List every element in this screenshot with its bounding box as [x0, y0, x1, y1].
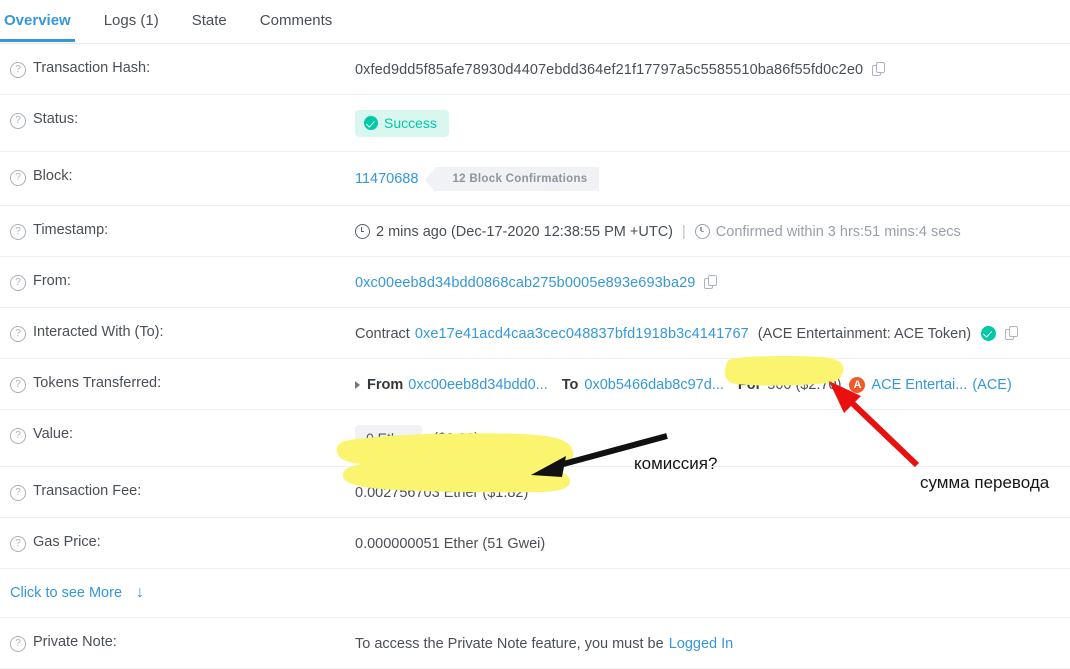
- row-transaction-hash: ? Transaction Hash: 0xfed9dd5f85afe78930…: [0, 44, 1070, 95]
- tab-bar: Overview Logs (1) State Comments: [0, 0, 1070, 44]
- caret-right-icon[interactable]: [355, 380, 360, 389]
- gas-price-value-cell: 0.000000051 Ether (51 Gwei): [355, 518, 1070, 568]
- row-tokens-transferred: ? Tokens Transferred: From 0xc00eeb8d34b…: [0, 359, 1070, 410]
- tokens-transferred-label: Tokens Transferred:: [33, 375, 162, 391]
- status-value-cell: Success: [355, 95, 1070, 151]
- token-to-address-link[interactable]: 0x0b5466dab8c97d...: [584, 377, 724, 393]
- help-icon[interactable]: ?: [10, 113, 26, 129]
- private-note-label: Private Note:: [33, 634, 117, 650]
- from-address-link[interactable]: 0xc00eeb8d34bdd0868cab275b0005e893e693ba…: [355, 275, 695, 291]
- check-circle-icon: [364, 116, 378, 130]
- token-name-link[interactable]: ACE Entertai...: [871, 377, 967, 393]
- copy-icon[interactable]: [1005, 326, 1018, 341]
- amount-annotation-text: сумма перевода: [920, 473, 1050, 492]
- transaction-fee-value: 0.002756703 Ether ($1.82): [355, 484, 529, 501]
- block-label-cell: ? Block:: [0, 152, 355, 200]
- help-icon[interactable]: ?: [10, 62, 26, 78]
- row-transaction-fee: ? Transaction Fee: 0.002756703 Ether ($1…: [0, 467, 1070, 518]
- tokens-transferred-value-cell: From 0xc00eeb8d34bdd0... To 0x0b5466dab8…: [355, 359, 1070, 409]
- private-note-label-cell: ? Private Note:: [0, 618, 355, 666]
- row-interacted-with: ? Interacted With (To): Contract 0xe17e4…: [0, 308, 1070, 359]
- transaction-hash-value-cell: 0xfed9dd5f85afe78930d4407ebdd364ef21f177…: [355, 44, 1070, 94]
- logged-in-link[interactable]: Logged In: [669, 636, 734, 652]
- value-usd: ($0.00): [433, 430, 480, 447]
- tab-comments[interactable]: Comments: [260, 0, 333, 42]
- from-label-cell: ? From:: [0, 257, 355, 305]
- help-icon[interactable]: ?: [10, 275, 26, 291]
- row-gas-price: ? Gas Price: 0.000000051 Ether (51 Gwei): [0, 518, 1070, 569]
- contract-name: (ACE Entertainment: ACE Token): [757, 325, 972, 342]
- row-status: ? Status: Success: [0, 95, 1070, 152]
- tokens-transferred-label-cell: ? Tokens Transferred:: [0, 359, 355, 407]
- transaction-hash-value: 0xfed9dd5f85afe78930d4407ebdd364ef21f177…: [355, 61, 864, 78]
- token-for-label: For: [737, 376, 762, 393]
- gas-price-label: Gas Price:: [33, 534, 101, 550]
- row-from: ? From: 0xc00eeb8d34bdd0868cab275b0005e8…: [0, 257, 1070, 308]
- token-from-label: From: [367, 376, 404, 393]
- clock-icon: [694, 224, 710, 239]
- timestamp-label: Timestamp:: [33, 222, 109, 238]
- token-from-address-link[interactable]: 0xc00eeb8d34bdd0...: [408, 377, 548, 393]
- contract-prefix: Contract: [355, 325, 410, 342]
- status-label: Status:: [33, 111, 79, 127]
- value-label: Value:: [33, 426, 74, 442]
- interacted-with-value-cell: Contract 0xe17e41acd4caa3cec048837bfd191…: [355, 308, 1070, 358]
- token-amount: 500 ($2.70): [767, 376, 842, 393]
- gas-price-value: 0.000000051 Ether (51 Gwei): [355, 535, 546, 552]
- block-label: Block:: [33, 168, 73, 184]
- row-see-more: Click to see More ↓: [0, 569, 1070, 618]
- transaction-fee-label-cell: ? Transaction Fee:: [0, 467, 355, 515]
- timestamp-separator: |: [682, 223, 686, 240]
- help-icon[interactable]: ?: [10, 428, 26, 444]
- help-icon[interactable]: ?: [10, 485, 26, 501]
- block-value-cell: 11470688 12 Block Confirmations: [355, 152, 1070, 205]
- arrow-down-icon[interactable]: ↓: [136, 584, 144, 601]
- timestamp-value: 2 mins ago (Dec-17-2020 12:38:55 PM +UTC…: [376, 223, 673, 240]
- tab-overview[interactable]: Overview: [0, 0, 75, 42]
- transaction-hash-label-cell: ? Transaction Hash:: [0, 44, 355, 92]
- block-confirmations-badge: 12 Block Confirmations: [425, 167, 600, 193]
- click-to-see-more-link[interactable]: Click to see More: [10, 585, 122, 601]
- row-value: ? Value: 0 Ether ($0.00): [0, 410, 1070, 467]
- tab-logs[interactable]: Logs (1): [104, 0, 159, 42]
- help-icon[interactable]: ?: [10, 536, 26, 552]
- status-badge-label: Success: [384, 115, 437, 131]
- confirmed-within-text: Confirmed within 3 hrs:51 mins:4 secs: [715, 223, 961, 240]
- private-note-value-cell: To access the Private Note feature, you …: [355, 618, 1070, 668]
- fee-annotation-text: комиссия?: [634, 454, 718, 473]
- block-number-link[interactable]: 11470688: [355, 171, 418, 187]
- from-value-cell: 0xc00eeb8d34bdd0868cab275b0005e893e693ba…: [355, 257, 1070, 307]
- timestamp-value-cell: 2 mins ago (Dec-17-2020 12:38:55 PM +UTC…: [355, 206, 1070, 256]
- token-symbol[interactable]: (ACE): [972, 377, 1011, 393]
- private-note-text: To access the Private Note feature, you …: [355, 635, 664, 652]
- contract-address-link[interactable]: 0xe17e41acd4caa3cec048837bfd1918b3c41417…: [415, 326, 749, 342]
- row-timestamp: ? Timestamp: 2 mins ago (Dec-17-2020 12:…: [0, 206, 1070, 257]
- interacted-with-label: Interacted With (To):: [33, 324, 164, 340]
- copy-icon[interactable]: [872, 62, 885, 77]
- help-icon[interactable]: ?: [10, 326, 26, 342]
- help-icon[interactable]: ?: [10, 636, 26, 652]
- transaction-fee-label: Transaction Fee:: [33, 483, 142, 499]
- status-badge: Success: [355, 110, 449, 137]
- value-ether-badge: 0 Ether: [355, 425, 423, 452]
- interacted-with-label-cell: ? Interacted With (To):: [0, 308, 355, 356]
- tab-state[interactable]: State: [192, 0, 227, 42]
- transaction-hash-label: Transaction Hash:: [33, 60, 151, 76]
- timestamp-label-cell: ? Timestamp:: [0, 206, 355, 254]
- value-label-cell: ? Value:: [0, 410, 355, 458]
- copy-icon[interactable]: [704, 275, 717, 290]
- help-icon[interactable]: ?: [10, 170, 26, 186]
- token-to-label: To: [561, 376, 579, 393]
- ace-token-logo-icon: A: [849, 376, 866, 393]
- row-block: ? Block: 11470688 12 Block Confirmations: [0, 152, 1070, 206]
- clock-icon: [355, 224, 370, 239]
- gas-price-label-cell: ? Gas Price:: [0, 518, 355, 566]
- help-icon[interactable]: ?: [10, 224, 26, 240]
- status-label-cell: ? Status:: [0, 95, 355, 143]
- from-label: From:: [33, 273, 71, 289]
- help-icon[interactable]: ?: [10, 377, 26, 393]
- verified-check-icon: [981, 326, 997, 341]
- row-private-note: ? Private Note: To access the Private No…: [0, 618, 1070, 669]
